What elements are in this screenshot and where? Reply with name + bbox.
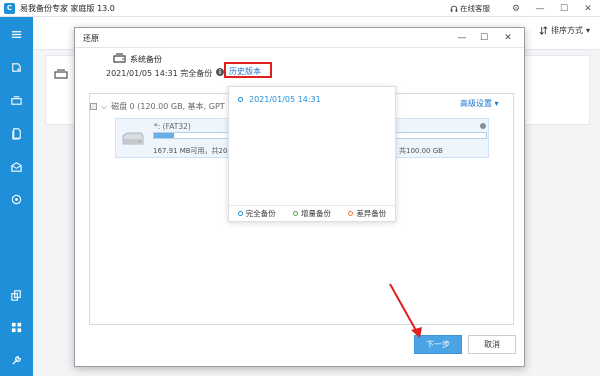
legend-dot-icon xyxy=(237,211,243,216)
system-backup-icon xyxy=(54,69,68,79)
backup-name: 系统备份 xyxy=(130,55,162,64)
legend-differential-backup: 差异备份 xyxy=(348,208,386,219)
app-title: 易我备份专家 家庭版 13.0 xyxy=(20,3,115,13)
info-icon[interactable]: i xyxy=(216,68,224,76)
legend-label: 完全备份 xyxy=(245,209,276,218)
app-titlebar: C 易我备份专家 家庭版 13.0 在线客服 ⚙ — ☐ ✕ xyxy=(0,0,600,17)
disk-header[interactable]: ⌵ 磁盘 0 (120.00 GB, 基本, GPT xyxy=(90,101,225,112)
system-backup-icon[interactable] xyxy=(0,90,33,110)
backup-date: 2021/01/05 14:31 完全备份 xyxy=(106,69,213,78)
partition-usage-fill xyxy=(154,133,174,138)
dialog-title: 还原 xyxy=(83,34,99,43)
legend-label: 增量备份 xyxy=(300,209,331,218)
smart-backup-icon[interactable] xyxy=(0,189,33,209)
partition-info: 167.91 MB可用，共200. xyxy=(153,147,235,155)
dialog-close-button[interactable]: ✕ xyxy=(499,30,517,45)
system-backup-icon xyxy=(113,53,126,63)
history-version-label: 2021/01/05 14:31 xyxy=(249,95,321,104)
partition-info-right: 共100.00 GB xyxy=(399,147,443,155)
partition-select-radio[interactable] xyxy=(480,123,486,129)
online-service-label: 在线客服 xyxy=(460,4,490,13)
tools-icon[interactable] xyxy=(0,350,33,370)
apps-icon[interactable] xyxy=(0,317,33,337)
clone-icon[interactable] xyxy=(0,285,33,305)
disk-checkbox[interactable] xyxy=(90,103,97,110)
app-logo: C xyxy=(4,2,15,14)
history-versions-popup: 2021/01/05 14:31 完全备份 增量备份 差异备份 xyxy=(228,86,396,222)
drive-icon xyxy=(122,132,144,145)
popup-legend: 完全备份 增量备份 差异备份 xyxy=(229,205,395,221)
sort-label: 排序方式 xyxy=(550,26,583,35)
minimize-button[interactable]: — xyxy=(528,0,552,17)
backup-disk-icon[interactable] xyxy=(0,57,33,77)
legend-full-backup: 完全备份 xyxy=(237,208,276,219)
sort-button[interactable]: 排序方式 ▾ xyxy=(539,25,590,36)
advanced-settings-label: 高级设置 xyxy=(460,99,492,108)
legend-incremental-backup: 增量备份 xyxy=(292,208,331,219)
chevron-down-icon: ▾ xyxy=(494,99,499,108)
maximize-button[interactable]: ☐ xyxy=(552,0,576,17)
sidebar xyxy=(0,17,33,376)
headset-icon xyxy=(450,5,458,12)
file-backup-icon[interactable] xyxy=(0,123,33,143)
dialog-minimize-button[interactable]: — xyxy=(453,30,471,45)
legend-dot-icon xyxy=(348,211,354,216)
cancel-button[interactable]: 取消 xyxy=(468,335,516,354)
history-version-item[interactable]: 2021/01/05 14:31 xyxy=(238,95,321,104)
online-service-button[interactable]: 在线客服 xyxy=(450,3,490,14)
partition-label: *: (FAT32) xyxy=(154,122,191,131)
dialog-titlebar: 还原 — ☐ ✕ xyxy=(75,28,524,48)
highlight-box xyxy=(224,62,272,78)
settings-button[interactable]: ⚙ xyxy=(504,0,528,17)
annotation-arrow-icon xyxy=(389,283,422,338)
close-button[interactable]: ✕ xyxy=(576,0,600,17)
menu-icon[interactable] xyxy=(0,24,33,44)
chevron-down-icon: ▾ xyxy=(585,26,590,35)
advanced-settings-button[interactable]: 高级设置 ▾ xyxy=(460,98,499,109)
dialog-maximize-button[interactable]: ☐ xyxy=(475,30,493,45)
sort-icon xyxy=(539,26,548,35)
full-backup-bullet-icon xyxy=(238,97,243,102)
legend-label: 差异备份 xyxy=(356,209,387,218)
legend-dot-icon xyxy=(292,211,298,216)
chevron-down-icon[interactable]: ⌵ xyxy=(101,102,107,112)
disk-header-label: 磁盘 0 (120.00 GB, 基本, GPT xyxy=(111,102,225,111)
mail-backup-icon[interactable] xyxy=(0,156,33,176)
